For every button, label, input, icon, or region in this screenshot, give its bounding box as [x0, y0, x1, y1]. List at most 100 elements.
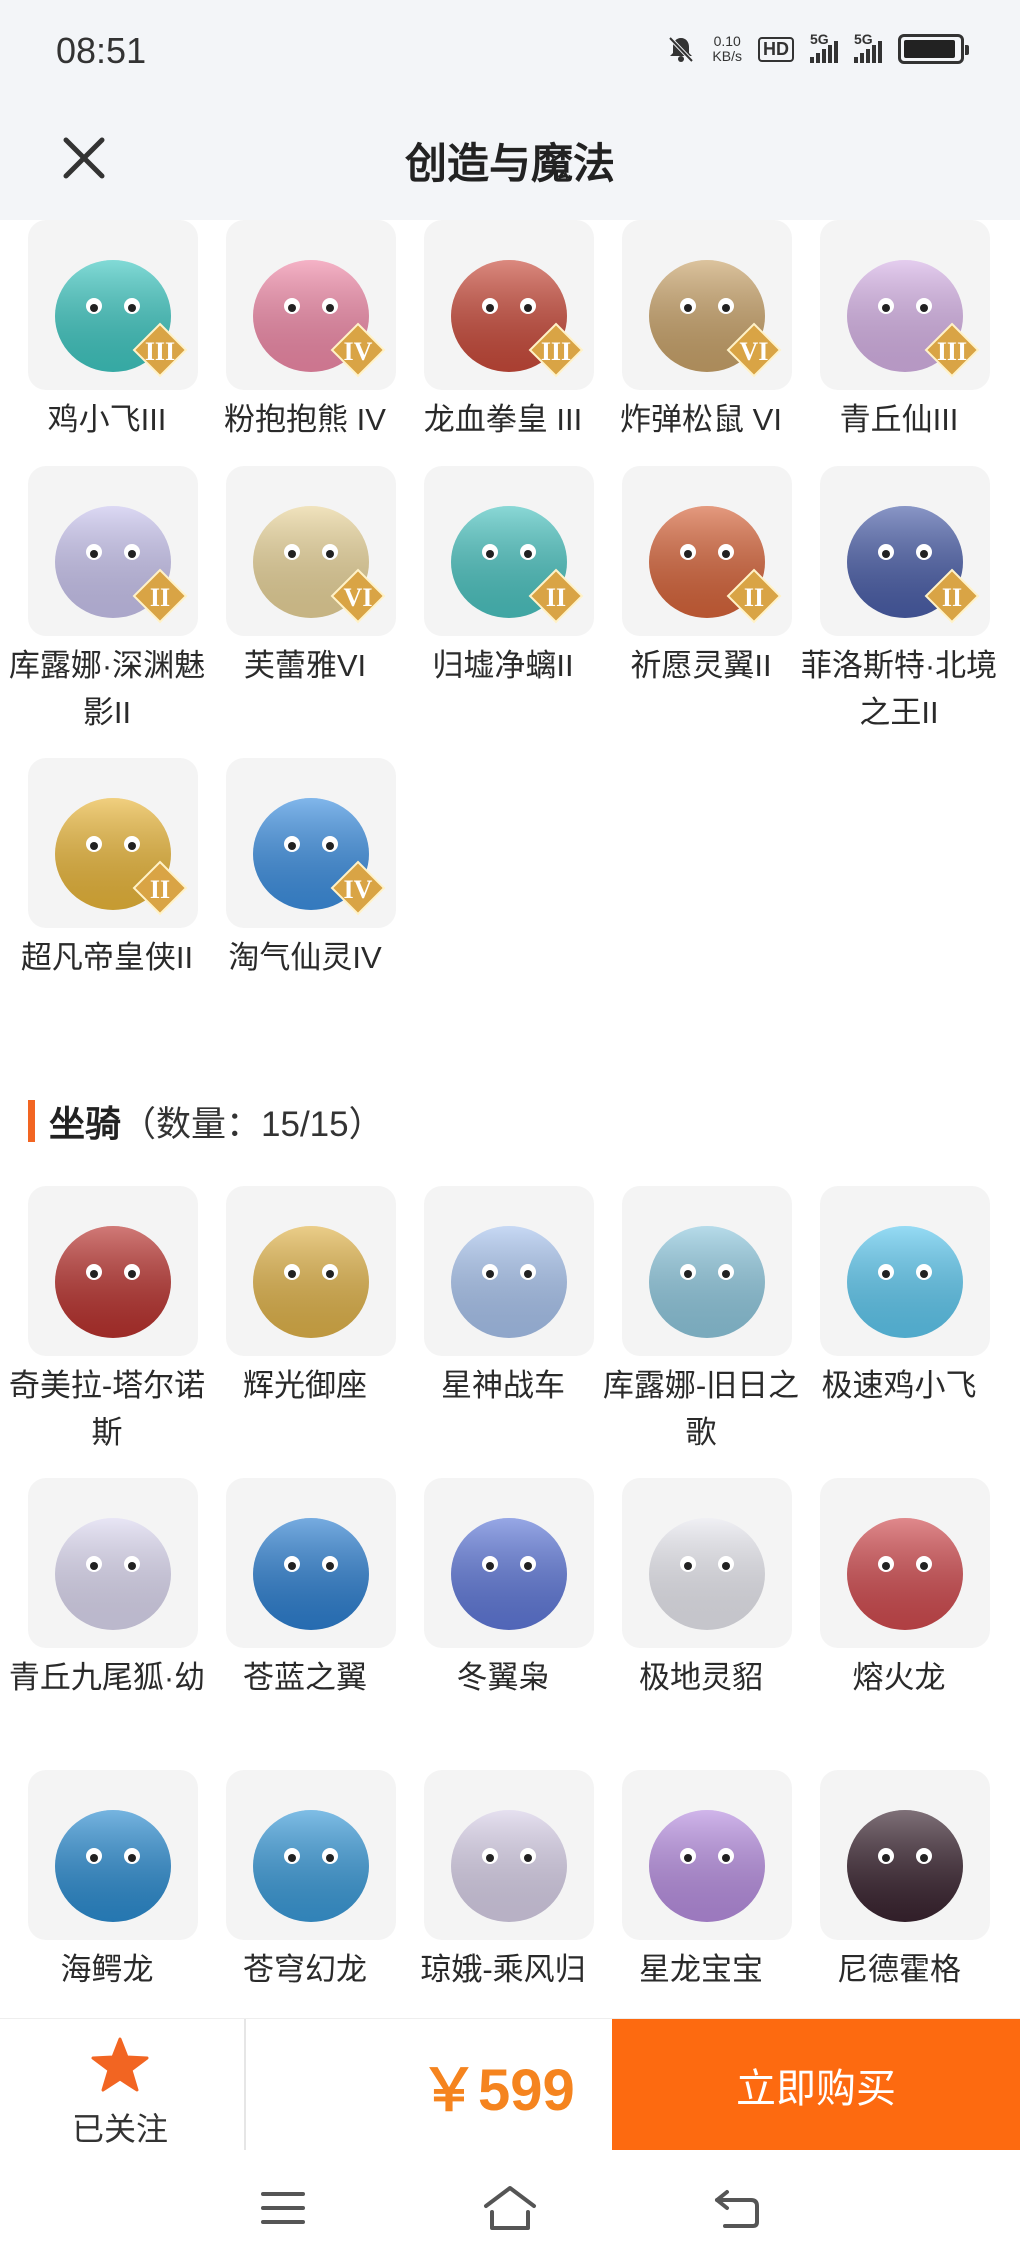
mount-label: 苍蓝之翼 [243, 1660, 367, 1695]
skin-label: 龙血拳皇 III [423, 402, 583, 437]
mounts-section-title: 坐骑 （数量：15/15） [28, 1098, 384, 1144]
mount-thumbnail [226, 1770, 396, 1940]
mount-label: 苍穹幻龙 [243, 1952, 367, 1987]
skin-label: 青丘仙III [839, 402, 959, 437]
skin-thumbnail: II [622, 466, 792, 636]
skin-thumbnail: II [820, 466, 990, 636]
mount-label: 尼德霍格 [837, 1952, 961, 1987]
svg-text:II: II [744, 583, 764, 612]
mount-label: 辉光御座 [243, 1368, 367, 1403]
mount-thumbnail [28, 1186, 198, 1356]
home-icon [484, 2186, 536, 2230]
sim2-label: 5G [854, 31, 873, 47]
section-name: 坐骑 [49, 1103, 122, 1144]
mount-thumbnail [622, 1478, 792, 1648]
mount-thumbnail [226, 1478, 396, 1648]
svg-text:III: III [937, 337, 967, 366]
mute-bell-icon [668, 36, 694, 63]
nav-menu-button[interactable] [243, 2178, 323, 2238]
mount-thumbnail [622, 1186, 792, 1356]
svg-text:III: III [541, 337, 571, 366]
mount-label: 奇美拉-塔尔诺斯 [8, 1368, 206, 1450]
mount-label: 冬翼枭 [456, 1660, 550, 1695]
content-scroll-area[interactable]: III 鸡小飞III IV 粉抱抱熊 IV III 龙血拳皇 III VI 炸弹松鼠 VI II… [0, 220, 1020, 2018]
svg-text:VI: VI [344, 583, 373, 612]
bottom-action-bar: 已关注 ￥599 立即购买 [0, 2018, 1020, 2151]
signal-icon-sim2: 5G [854, 31, 882, 63]
section-accent-bar [28, 1100, 35, 1142]
mount-thumbnail [820, 1478, 990, 1648]
svg-text:VI: VI [740, 337, 769, 366]
skin-label: 菲洛斯特·北境之王II [800, 648, 998, 730]
status-bar: 08:51 0.10 KB/s HD 5G 5G [0, 0, 1020, 108]
price: ￥599 [420, 2058, 575, 2123]
skin-thumbnail: II [424, 466, 594, 636]
skin-thumbnail: II [28, 758, 198, 928]
mount-thumbnail [28, 1478, 198, 1648]
skin-label: 超凡帝皇侠II [20, 940, 194, 975]
nav-back-button[interactable] [697, 2178, 777, 2238]
mount-thumbnail [622, 1770, 792, 1940]
skin-thumbnail: VI [226, 466, 396, 636]
svg-text:II: II [150, 583, 170, 612]
svg-text:III: III [145, 337, 175, 366]
follow-button[interactable]: 已关注 [40, 2037, 200, 2147]
mount-thumbnail [226, 1186, 396, 1356]
svg-text:II: II [546, 583, 566, 612]
signal-icon-sim1: 5G [810, 31, 838, 63]
mount-thumbnail [424, 1186, 594, 1356]
status-time: 08:51 [56, 30, 147, 71]
star-icon [91, 2037, 149, 2092]
mount-label: 海鳄龙 [60, 1952, 154, 1987]
mount-label: 极速鸡小飞 [821, 1368, 977, 1403]
bottom-divider [244, 2019, 246, 2151]
nav-home-button[interactable] [470, 2178, 550, 2238]
mount-thumbnail [820, 1770, 990, 1940]
skin-label: 鸡小飞III [47, 402, 167, 437]
hd-icon: HD [758, 36, 794, 62]
svg-text:II: II [942, 583, 962, 612]
mount-thumbnail [424, 1478, 594, 1648]
skin-thumbnail: VI [622, 220, 792, 390]
skin-label: 粉抱抱熊 IV [224, 402, 386, 437]
skin-label: 芙蕾雅VI [243, 648, 367, 683]
net-speed-unit: KB/s [712, 48, 742, 64]
mount-thumbnail [820, 1186, 990, 1356]
net-speed: 0.10 KB/s [712, 34, 742, 64]
skin-label: 炸弹松鼠 VI [620, 402, 782, 437]
svg-text:IV: IV [344, 875, 373, 904]
sim1-label: 5G [810, 31, 829, 47]
app-header: 创造与魔法 [0, 108, 1020, 220]
system-nav-bar [0, 2150, 1020, 2267]
mount-label: 星神战车 [441, 1368, 565, 1403]
mount-label: 库露娜-旧日之歌 [602, 1368, 800, 1450]
mount-label: 星龙宝宝 [639, 1952, 763, 1987]
menu-icon [261, 2192, 305, 2224]
net-speed-value: 0.10 [713, 33, 741, 49]
svg-text:II: II [150, 875, 170, 904]
skin-thumbnail: IV [226, 758, 396, 928]
skin-thumbnail: III [28, 220, 198, 390]
back-icon [715, 2190, 759, 2228]
skin-label: 库露娜·深渊魅影II [8, 648, 206, 730]
mount-thumbnail [28, 1770, 198, 1940]
mount-label: 极地灵貂 [639, 1660, 763, 1695]
status-icons: 0.10 KB/s HD 5G 5G [666, 31, 969, 64]
mount-label: 青丘九尾狐·幼 [8, 1660, 206, 1695]
follow-label: 已关注 [71, 2111, 168, 2147]
section-count: （数量：15/15） [121, 1104, 384, 1144]
skin-thumbnail: III [820, 220, 990, 390]
skin-label: 归墟净螭II [432, 648, 574, 683]
mount-label: 琼娥-乘风归 [420, 1952, 586, 1987]
mount-thumbnail [424, 1770, 594, 1940]
battery-icon [898, 34, 969, 64]
buy-now-button[interactable]: 立即购买 [612, 2019, 1020, 2151]
skin-thumbnail: III [424, 220, 594, 390]
svg-text:IV: IV [344, 337, 373, 366]
skin-thumbnail: IV [226, 220, 396, 390]
skin-label: 淘气仙灵IV [228, 940, 382, 975]
skin-label: 祈愿灵翼II [630, 648, 772, 683]
skin-thumbnail: II [28, 466, 198, 636]
mount-label: 熔火龙 [852, 1660, 946, 1695]
page-title: 创造与魔法 [404, 140, 615, 187]
